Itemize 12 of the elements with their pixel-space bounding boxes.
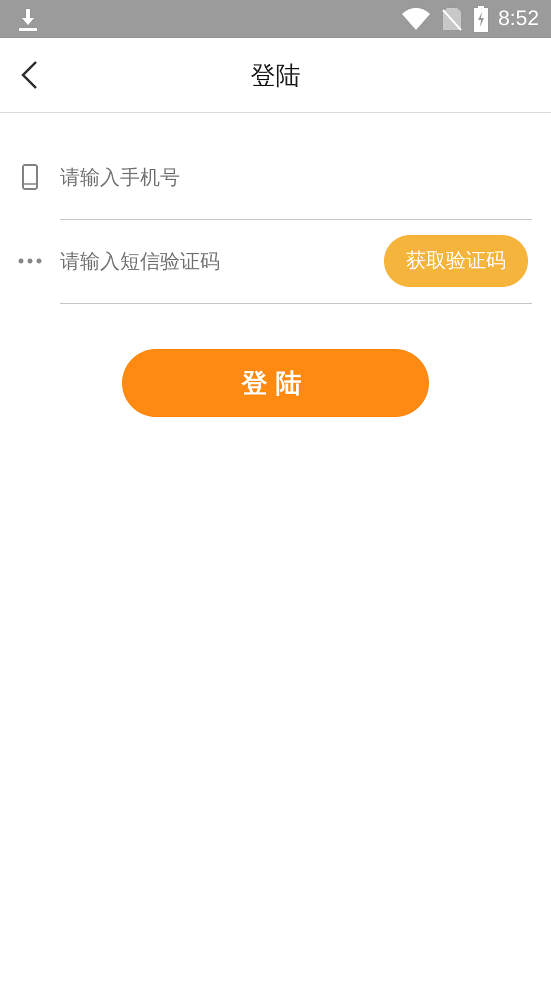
dots-icon (18, 258, 42, 264)
battery-icon (474, 6, 488, 32)
phone-field[interactable]: 请输入手机号 (60, 156, 532, 196)
wifi-icon (402, 8, 430, 30)
download-icon (18, 7, 38, 31)
no-sim-icon (442, 7, 462, 31)
page-title: 登陆 (250, 60, 300, 92)
get-code-button[interactable]: 获取验证码 (384, 234, 528, 286)
code-field[interactable]: 请输入短信验证码 (60, 240, 384, 280)
status-time: 8:52 (498, 7, 539, 31)
login-button[interactable]: 登陆 (122, 349, 429, 417)
phone-icon (22, 164, 38, 190)
